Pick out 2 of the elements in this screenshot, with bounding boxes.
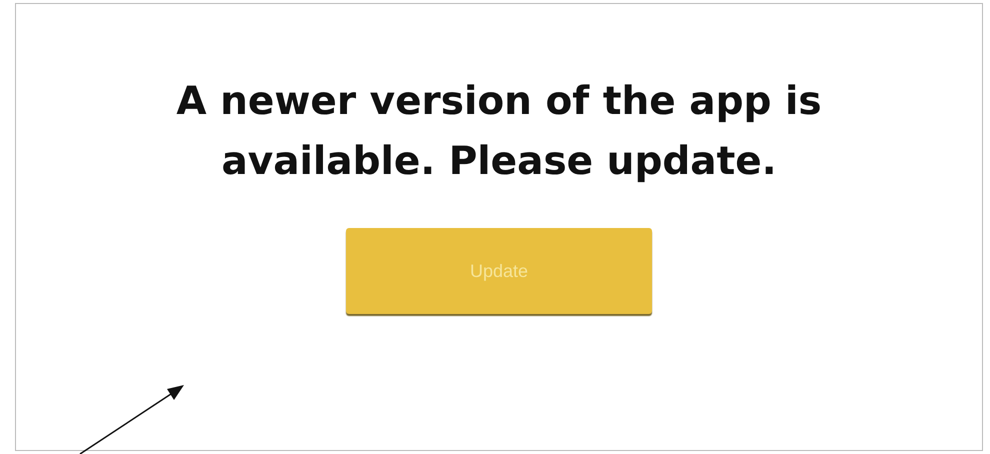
update-message: A newer version of the app is available. Please update. xyxy=(175,78,823,186)
update-button[interactable]: Update xyxy=(346,228,652,314)
